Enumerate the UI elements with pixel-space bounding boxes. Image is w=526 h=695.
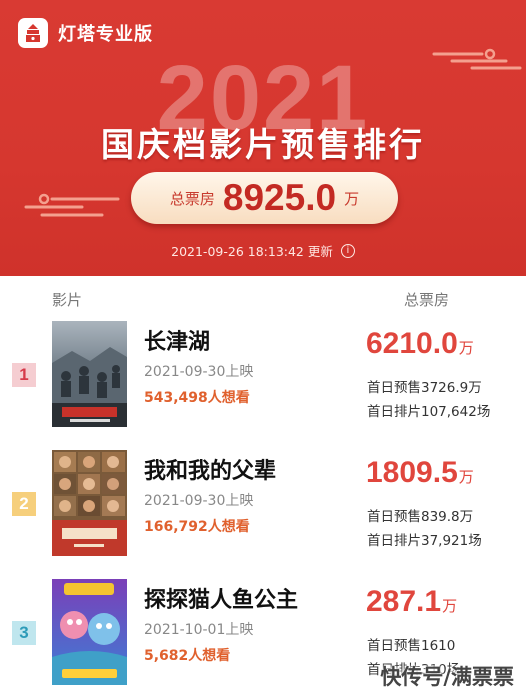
release-date: 2021-10-01上映 [144,622,254,638]
lighthouse-logo-icon [18,18,48,48]
box-office-number: 6210.0 [366,327,458,360]
watermark: 快传号/满票票 [380,665,514,689]
first-day-presale: 首日预售3726.9万 [367,380,482,396]
rank-badge: 1 [12,363,36,387]
want-to-see-count: 5,682人想看 [144,648,231,664]
first-day-screenings: 首日排片107,642场 [367,404,491,420]
want-to-see-count: 166,792人想看 [144,519,250,535]
film-title[interactable]: 长津湖 [144,324,210,356]
film-row[interactable]: 1 长津湖 2021-09-30上映 543,498人想看 6210.0万 首日… [0,321,526,449]
rank-badge: 2 [12,492,36,516]
box-office-number: 287.1 [366,585,442,618]
header-banner: 灯塔专业版 2021 国庆档影片预售排行 总票房 8925.0 万 2021-0… [0,0,526,276]
box-office-value: 287.1万 [366,585,457,619]
box-office-unit: 万 [458,468,474,486]
box-office-unit: 万 [442,597,458,615]
app-name: 灯塔专业版 [58,24,153,45]
movie-poster-image[interactable] [52,579,127,685]
movie-poster-image[interactable] [52,321,127,427]
update-timestamp-row: 2021-09-26 18:13:42 更新 i [0,241,526,260]
page-title: 国庆档影片预售排行 [101,125,425,164]
update-timestamp: 2021-09-26 18:13:42 更新 [171,244,333,259]
first-day-presale: 首日预售1610 [367,638,456,654]
release-date: 2021-09-30上映 [144,364,254,380]
first-day-screenings: 首日排片37,921场 [367,533,482,549]
column-header-film: 影片 [52,291,83,309]
total-value: 8925.0 [222,177,337,218]
total-box-office-badge: 总票房 8925.0 万 [131,172,398,224]
box-office-value: 6210.0万 [366,327,474,361]
box-office-value: 1809.5万 [366,456,474,490]
total-label: 总票房 [169,189,215,208]
want-to-see-count: 543,498人想看 [144,390,250,406]
film-row[interactable]: 2 我和我的父辈 2021-09-30上映 166,792人想看 1809.5万… [0,450,526,578]
film-title[interactable]: 探探猫人鱼公主 [144,582,298,614]
box-office-unit: 万 [458,339,474,357]
release-date: 2021-09-30上映 [144,493,254,509]
movie-poster-image[interactable] [52,450,127,556]
box-office-number: 1809.5 [366,456,458,489]
info-icon[interactable]: i [340,243,355,258]
total-unit: 万 [344,189,360,208]
rank-badge: 3 [12,621,36,645]
column-header-box-office: 总票房 [404,291,450,309]
brand[interactable]: 灯塔专业版 [18,18,153,48]
cloud-decoration-icon [24,193,120,217]
first-day-presale: 首日预售839.8万 [367,509,474,525]
film-title[interactable]: 我和我的父辈 [144,453,276,485]
